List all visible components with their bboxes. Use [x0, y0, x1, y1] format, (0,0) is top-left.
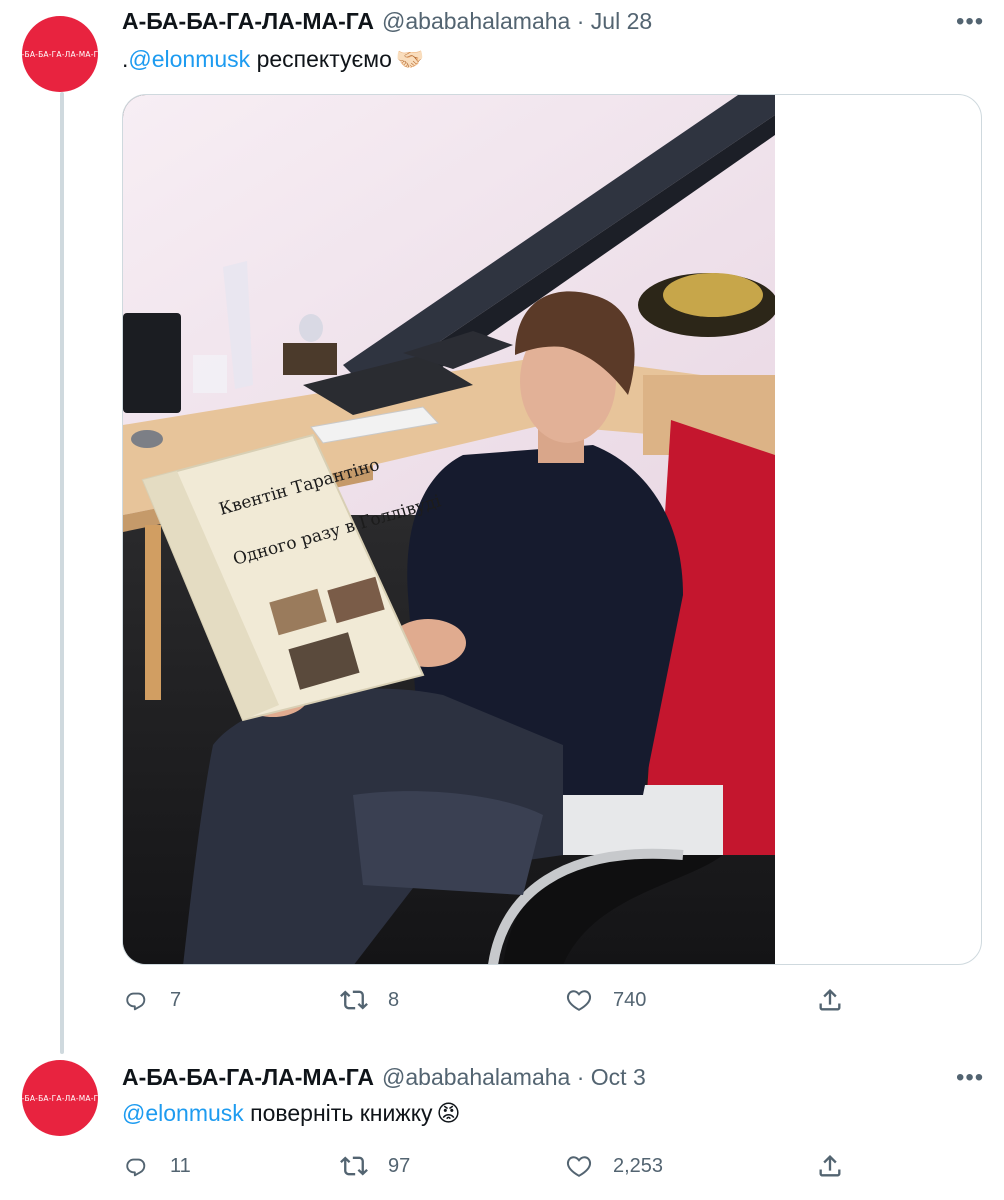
reply-icon: [126, 992, 146, 1011]
display-name[interactable]: А-БА-БА-ГА-ЛА-МА-ГА: [122, 1064, 374, 1091]
text-body: респектуємо: [250, 46, 392, 72]
heart-icon: [566, 1156, 592, 1177]
handle-date[interactable]: @ababahalamaha · Oct 3: [382, 1064, 646, 1091]
retweet-button[interactable]: 8: [340, 986, 399, 1014]
mention-link[interactable]: @elonmusk: [122, 1100, 244, 1127]
reply-button[interactable]: 7: [122, 986, 181, 1014]
like-button[interactable]: 2,253: [565, 1152, 663, 1180]
angry-emoji: 😡: [436, 1100, 461, 1126]
share-icon: [819, 1155, 841, 1177]
reply-count: 7: [170, 988, 182, 1011]
photo[interactable]: Квентін Тарантіно Одного разу в Голлівуд…: [123, 95, 775, 964]
reply-icon: [126, 1158, 146, 1177]
retweet-icon: [340, 1156, 368, 1176]
thread-line: [60, 92, 64, 1054]
share-button[interactable]: [816, 986, 844, 1014]
avatar[interactable]: А-БА-БА-ГА-ЛА-МА-ГА: [22, 1060, 98, 1136]
display-name[interactable]: А-БА-БА-ГА-ЛА-МА-ГА: [122, 8, 374, 35]
tweet-media[interactable]: Квентін Тарантіно Одного разу в Голлівуд…: [122, 94, 982, 965]
avatar-logo-text: А-БА-БА-ГА-ЛА-МА-ГА: [22, 49, 98, 59]
reply-count: 11: [170, 1154, 191, 1177]
more-icon[interactable]: •••: [956, 1066, 984, 1090]
tweet-header: А-БА-БА-ГА-ЛА-МА-ГА @ababahalamaha · Oct…: [122, 1064, 646, 1091]
like-button[interactable]: 740: [565, 986, 646, 1014]
retweet-button[interactable]: 97: [340, 1152, 410, 1180]
tweet-actions: 11 97 2,253: [122, 1152, 862, 1188]
tweet-text: . @elonmusk респектуємо 🤝🏻: [122, 46, 425, 73]
like-count: 2,253: [613, 1154, 664, 1177]
like-count: 740: [613, 988, 647, 1011]
tweet-text: @elonmusk поверніть книжку 😡: [122, 1100, 461, 1127]
handle-date[interactable]: @ababahalamaha · Jul 28: [382, 8, 652, 35]
photo-illustration: Квентін Тарантіно Одного разу в Голлівуд…: [123, 95, 775, 964]
avatar[interactable]: А-БА-БА-ГА-ЛА-МА-ГА: [22, 16, 98, 92]
share-icon: [819, 989, 841, 1011]
handshake-emoji: 🤝🏻: [395, 46, 425, 72]
retweet-count: 97: [388, 1154, 411, 1177]
retweet-icon: [340, 990, 368, 1010]
tweet-header: А-БА-БА-ГА-ЛА-МА-ГА @ababahalamaha · Jul…: [122, 8, 652, 35]
share-button[interactable]: [816, 1152, 844, 1180]
tweet-actions: 7 8 740: [122, 986, 862, 1022]
heart-icon: [566, 990, 592, 1011]
reply-button[interactable]: 11: [122, 1152, 191, 1180]
avatar-logo-text: А-БА-БА-ГА-ЛА-МА-ГА: [22, 1093, 98, 1103]
more-icon[interactable]: •••: [956, 10, 984, 34]
text-body: поверніть книжку: [243, 1100, 433, 1126]
mention-link[interactable]: @elonmusk: [128, 46, 250, 73]
retweet-count: 8: [388, 988, 400, 1011]
